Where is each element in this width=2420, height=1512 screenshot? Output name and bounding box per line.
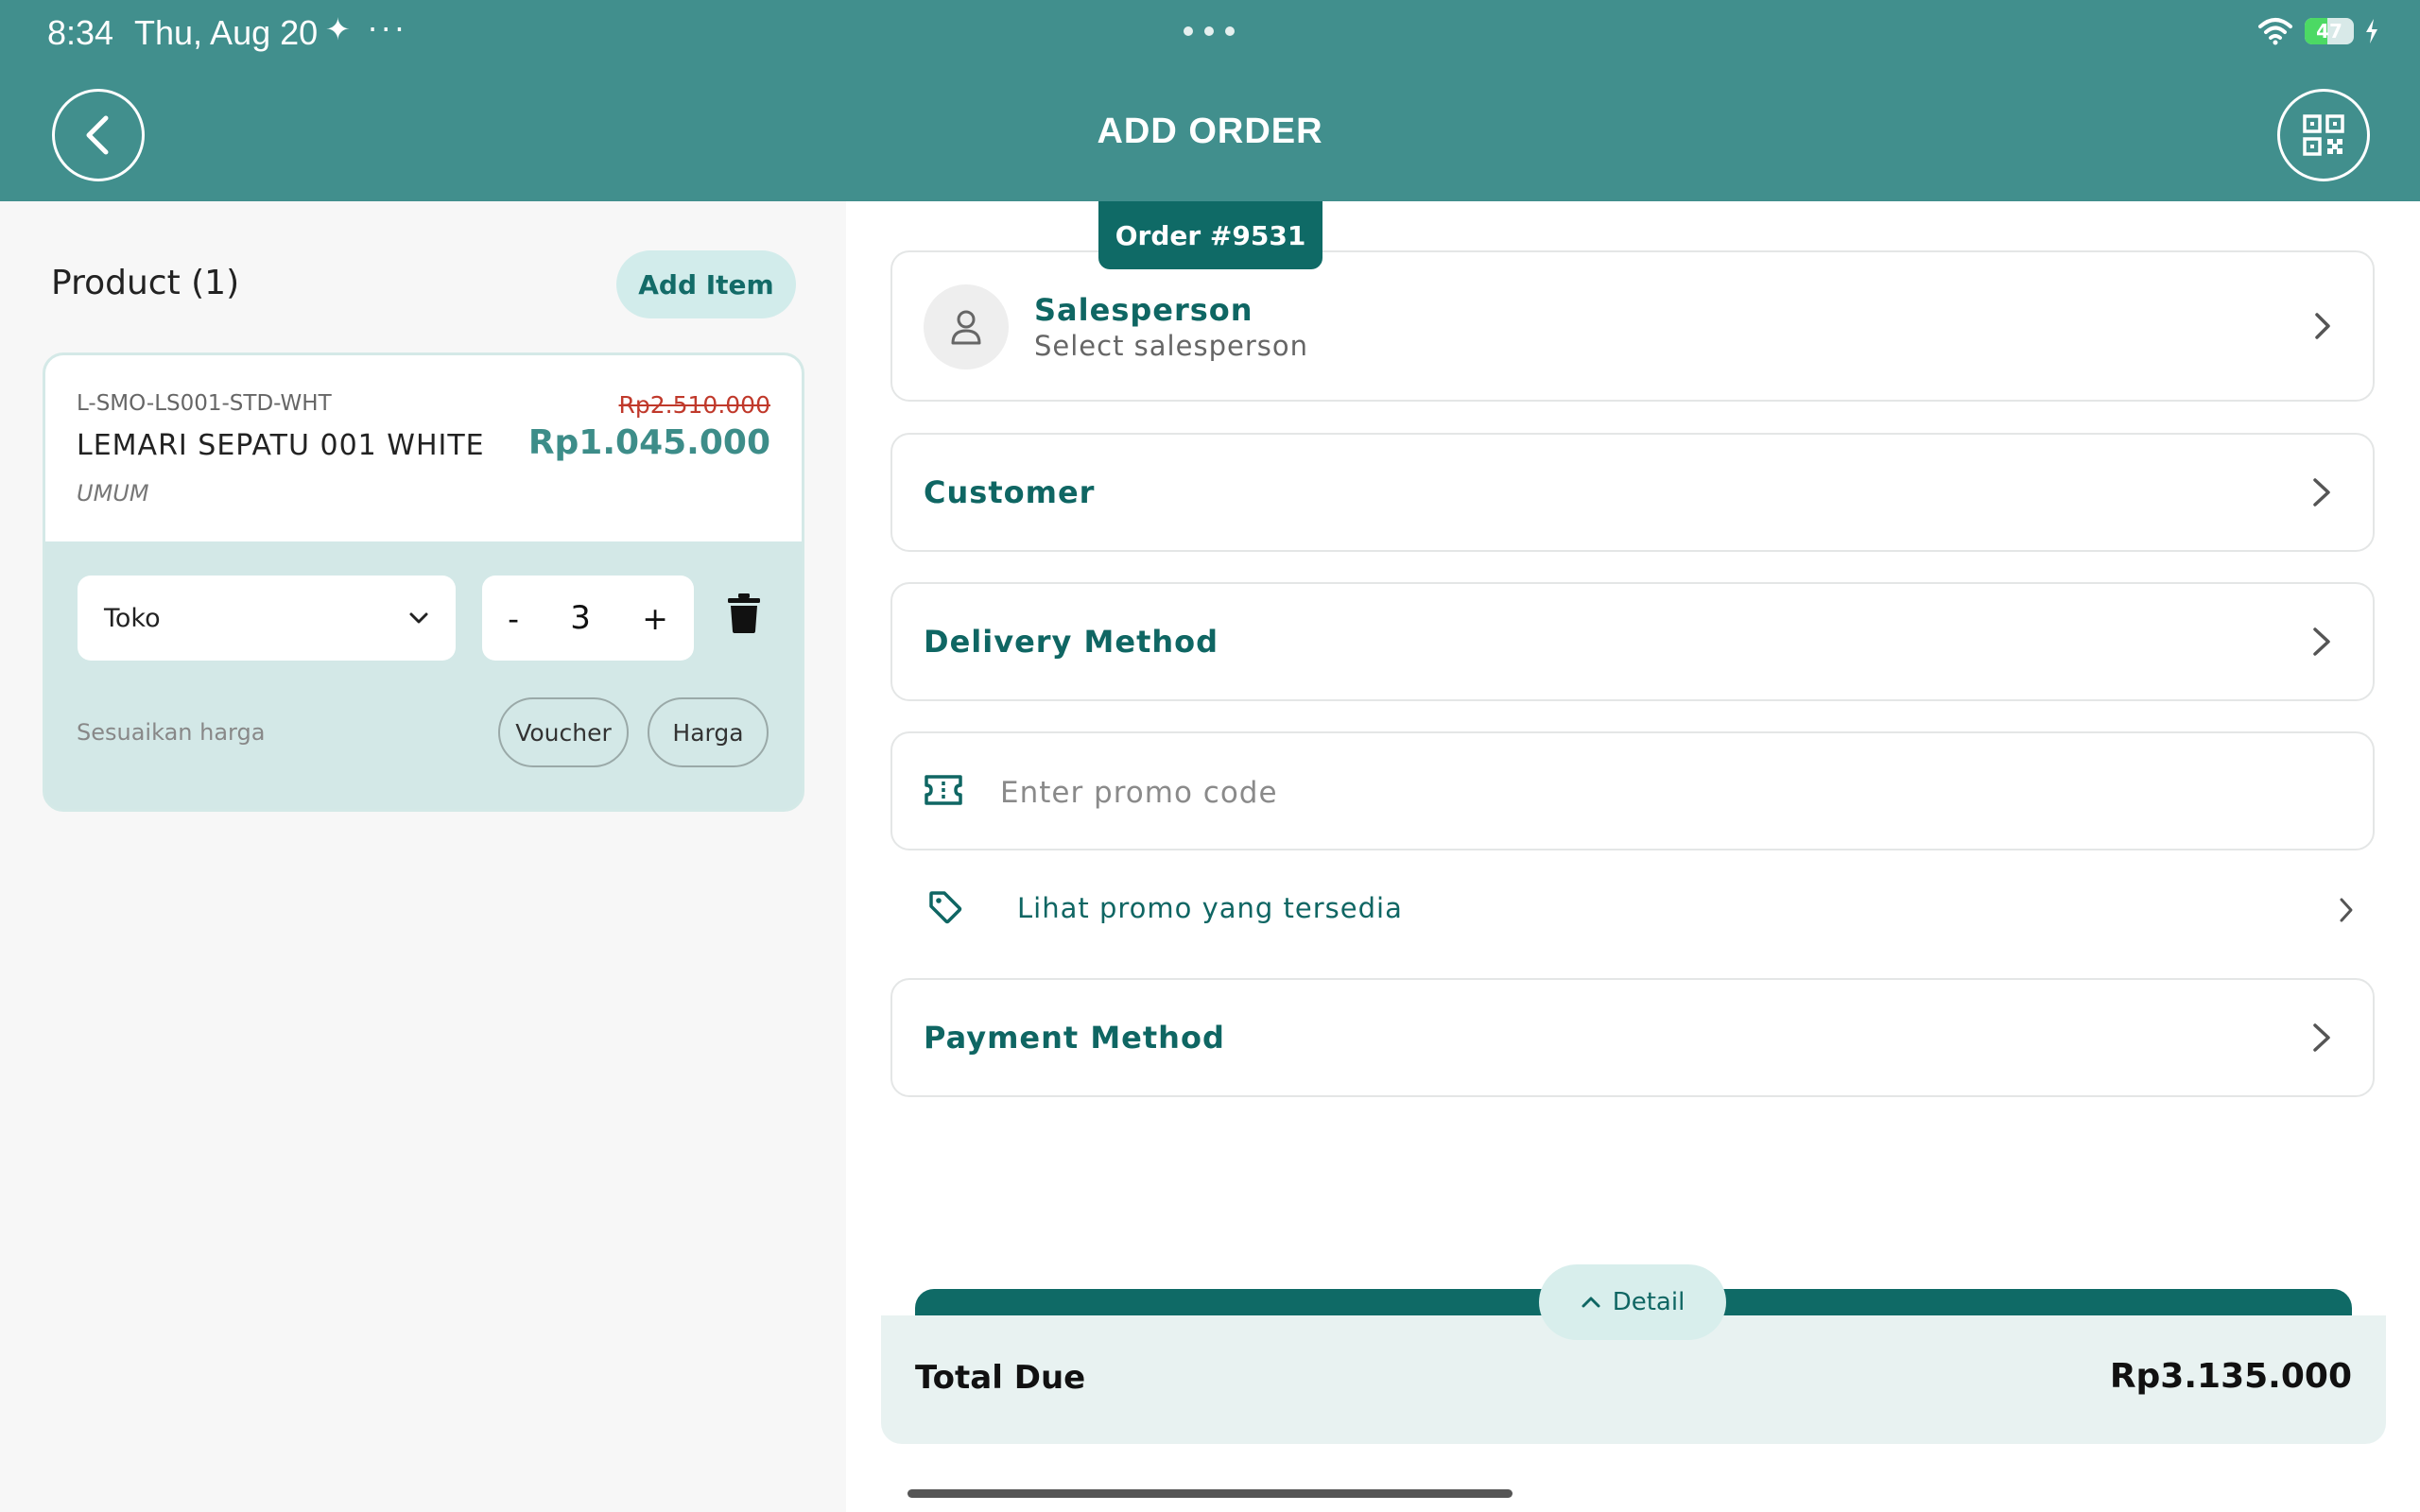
- chevron-up-icon: [1582, 1297, 1600, 1308]
- product-category: UMUM: [77, 480, 149, 507]
- salesperson-row[interactable]: Salesperson Select salesperson: [890, 250, 2375, 402]
- customer-label: Customer: [924, 474, 1096, 510]
- customer-row[interactable]: Customer: [890, 433, 2375, 552]
- detail-label: Detail: [1612, 1288, 1685, 1316]
- status-date: Thu, Aug 20: [134, 13, 319, 52]
- qr-scan-icon: [2303, 114, 2344, 156]
- total-due-label: Total Due: [915, 1359, 1086, 1397]
- increase-quantity-button[interactable]: +: [642, 600, 668, 637]
- page-title: ADD ORDER: [1097, 112, 1323, 151]
- delivery-method-label: Delivery Method: [924, 624, 1219, 660]
- quantity-value[interactable]: 3: [570, 599, 591, 637]
- delivery-method-row[interactable]: Delivery Method: [890, 582, 2375, 701]
- price-button[interactable]: Harga: [648, 697, 769, 767]
- product-panel: Product (1) Add Item L-SMO-LS001-STD-WHT…: [0, 201, 846, 1512]
- qr-scan-button[interactable]: [2277, 89, 2370, 181]
- add-item-button[interactable]: Add Item: [616, 250, 796, 318]
- decrease-quantity-button[interactable]: -: [508, 600, 519, 637]
- product-name: LEMARI SEPATU 001 WHITE: [77, 429, 485, 462]
- chevron-down-icon: [409, 612, 428, 624]
- available-promos-text: Lihat promo yang tersedia: [1017, 892, 1403, 924]
- location-select[interactable]: Toko: [78, 576, 456, 661]
- payment-method-label: Payment Method: [924, 1020, 1225, 1056]
- chevron-right-icon: [2313, 1023, 2330, 1052]
- trash-icon: [728, 593, 760, 633]
- product-card: L-SMO-LS001-STD-WHT Rp2.510.000 LEMARI S…: [43, 352, 804, 812]
- charging-bolt-icon: [2366, 19, 2377, 43]
- status-time: 8:34: [47, 13, 114, 52]
- product-price: Rp1.045.000: [527, 423, 770, 462]
- status-notification-icons: ✦ ···: [325, 11, 408, 47]
- promo-code-input[interactable]: [1000, 760, 2324, 826]
- promo-code-field: [890, 731, 2375, 850]
- status-right: 47: [2257, 17, 2378, 45]
- chevron-right-icon: [2313, 478, 2330, 507]
- delete-item-button[interactable]: [728, 593, 760, 637]
- product-count-title: Product (1): [51, 264, 240, 302]
- payment-method-row[interactable]: Payment Method: [890, 978, 2375, 1097]
- multitasking-dots-icon[interactable]: [1184, 26, 1235, 36]
- salesperson-title: Salesperson: [1034, 292, 1253, 328]
- chevron-right-icon: [2313, 627, 2330, 656]
- tag-icon: [929, 891, 962, 924]
- original-price: Rp2.510.000: [618, 391, 770, 419]
- detail-toggle-button[interactable]: Detail: [1539, 1264, 1726, 1340]
- app-bar: 8:34 Thu, Aug 20 ✦ ··· 47 ADD ORDER: [0, 0, 2420, 201]
- battery-indicator: 47: [2305, 18, 2354, 44]
- voucher-button[interactable]: Voucher: [498, 697, 629, 767]
- chevron-right-icon: [2340, 898, 2353, 922]
- salesperson-placeholder: Select salesperson: [1034, 330, 1308, 362]
- ticket-icon: [925, 775, 962, 805]
- product-info[interactable]: L-SMO-LS001-STD-WHT Rp2.510.000 LEMARI S…: [45, 355, 802, 541]
- home-indicator[interactable]: [908, 1489, 1512, 1498]
- quantity-stepper: - 3 +: [482, 576, 694, 661]
- location-value: Toko: [104, 603, 161, 633]
- total-due-value: Rp3.135.000: [2109, 1357, 2352, 1396]
- wifi-icon: [2258, 18, 2292, 45]
- avatar: [924, 284, 1009, 369]
- available-promos-link[interactable]: Lihat promo yang tersedia: [890, 873, 2375, 947]
- product-sku: L-SMO-LS001-STD-WHT: [77, 391, 332, 416]
- order-number-tab: Order #9531: [1098, 201, 1322, 269]
- person-icon: [951, 310, 981, 345]
- chevron-right-icon: [2315, 313, 2330, 339]
- adjust-price-label: Sesuaikan harga: [77, 719, 266, 746]
